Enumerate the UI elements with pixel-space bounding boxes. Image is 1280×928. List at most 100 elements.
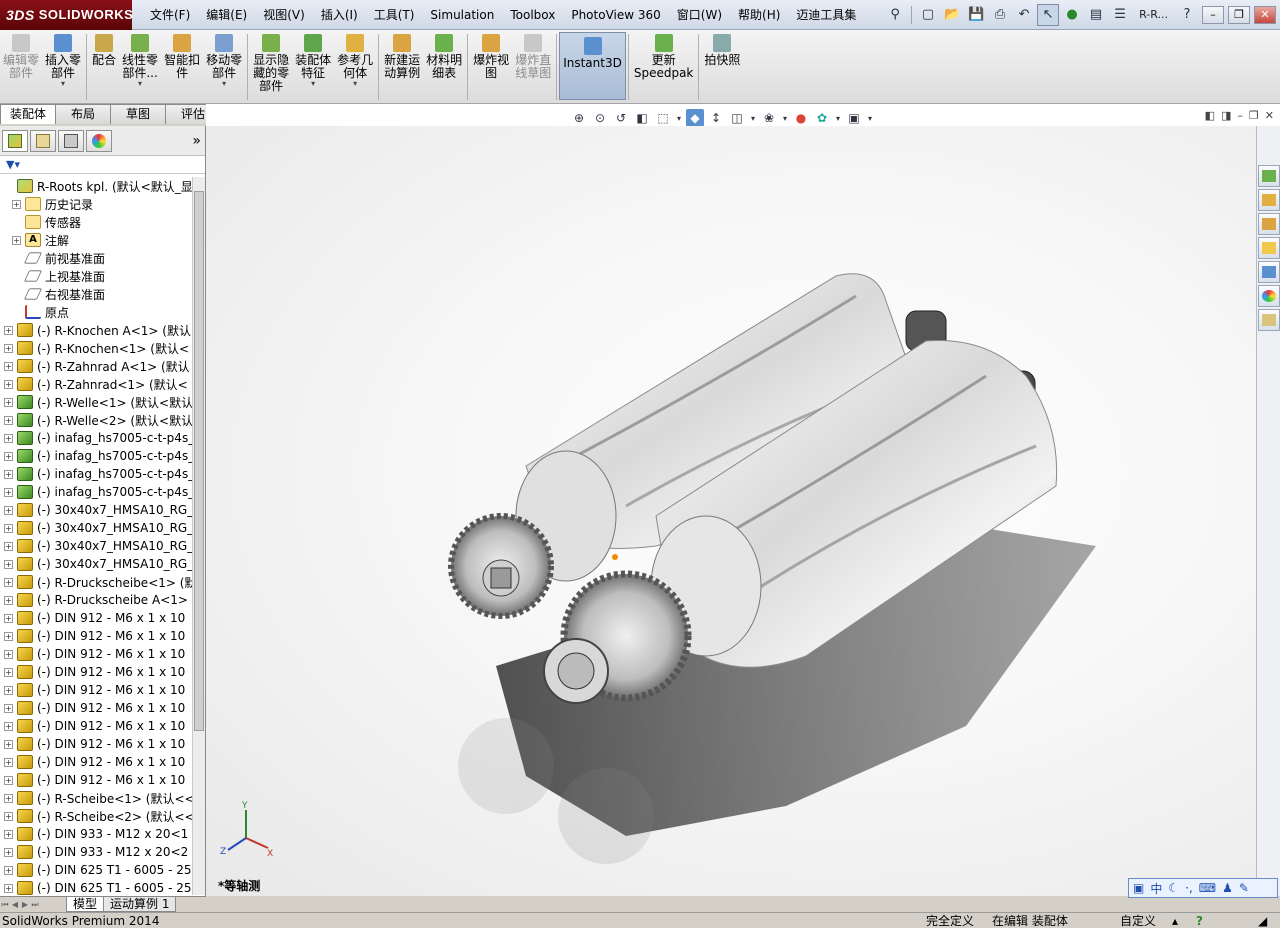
pin-icon[interactable]: ⚲ [884, 4, 906, 26]
appearances-tab[interactable] [1258, 285, 1280, 307]
expand-icon[interactable]: + [4, 631, 13, 641]
expand-icon[interactable]: + [4, 361, 13, 371]
expand-icon[interactable]: + [4, 397, 13, 407]
expand-icon[interactable]: + [4, 415, 13, 425]
tree-item[interactable]: + (-) 30x40x7_HMSA10_RG_I [0, 501, 192, 519]
first-tab-icon[interactable]: ⏮ [0, 899, 10, 911]
command-button[interactable]: 更新 Speedpak [631, 30, 697, 103]
chevron-down-icon[interactable]: ▾ [138, 80, 142, 88]
viewport-close-icon[interactable]: ✕ [1265, 109, 1274, 122]
view-settings-icon[interactable]: ▣ [845, 109, 863, 127]
menu-item[interactable]: 迈迪工具集 [788, 0, 864, 30]
tree-item[interactable]: + (-) inafag_hs7005-c-t-p4s_ [0, 483, 192, 501]
units-chevron-up-icon[interactable]: ▴ [1172, 913, 1178, 928]
section-view-icon[interactable]: ◧ [633, 109, 651, 127]
select-icon[interactable]: ↖ [1037, 3, 1060, 26]
chevron-down-icon[interactable]: ▾ [222, 80, 226, 88]
realview-icon[interactable]: ✿ [813, 109, 831, 127]
tree-item[interactable]: + (-) R-Welle<1> (默认<默认 [0, 393, 192, 411]
graphics-area[interactable]: Y X Z *等轴测 [206, 126, 1256, 896]
expand-icon[interactable]: + [4, 541, 13, 551]
tree-item[interactable]: 上视基准面 [0, 267, 192, 285]
ime-language[interactable]: 中 [1150, 880, 1162, 897]
menu-item[interactable]: 编辑(E) [198, 0, 255, 30]
expand-icon[interactable]: + [12, 199, 21, 209]
menu-item[interactable]: 帮助(H) [730, 0, 788, 30]
expand-icon[interactable]: + [4, 523, 13, 533]
help-icon[interactable]: ? [1176, 4, 1198, 26]
tab[interactable]: 草图 [110, 104, 166, 124]
ime-punctuation-icon[interactable]: ·, [1185, 881, 1193, 895]
command-button[interactable]: 配合 [89, 30, 119, 103]
tree-item[interactable]: + (-) R-Druckscheibe<1> (默 [0, 573, 192, 591]
tree-item[interactable]: + (-) DIN 912 - M6 x 1 x 10 [0, 735, 192, 753]
command-button[interactable]: Instant3D [559, 32, 626, 100]
tree-item[interactable]: + (-) R-Scheibe<1> (默认<< [0, 789, 192, 807]
expand-icon[interactable]: + [4, 325, 13, 335]
tab-motion-study[interactable]: 运动算例 1 [103, 897, 177, 912]
scene-icon[interactable]: ❀ [760, 109, 778, 127]
command-button[interactable]: 装配体 特征 ▾ [292, 30, 334, 103]
command-button[interactable]: 智能扣 件 [161, 30, 203, 103]
ime-keyboard-icon[interactable]: ⌨ [1199, 881, 1216, 895]
next-tab-icon[interactable]: ▶ [20, 899, 30, 911]
display-manager-tab[interactable] [86, 129, 112, 152]
chevron-down-icon[interactable]: ▾ [675, 109, 683, 127]
expand-icon[interactable]: + [4, 883, 13, 893]
tree-item[interactable]: + (-) inafag_hs7005-c-t-p4s_ [0, 429, 192, 447]
command-button[interactable]: 线性零 部件... ▾ [119, 30, 161, 103]
expand-icon[interactable]: + [4, 559, 13, 569]
assembly-model[interactable]: Y X Z *等轴测 [206, 126, 1256, 896]
configuration-manager-tab[interactable] [58, 129, 84, 152]
tree-item[interactable]: + (-) R-Zahnrad<1> (默认< [0, 375, 192, 393]
property-manager-tab[interactable] [30, 129, 56, 152]
expand-icon[interactable]: + [12, 235, 21, 245]
tree-item[interactable]: + (-) 30x40x7_HMSA10_RG_I [0, 555, 192, 573]
tree-item[interactable]: + (-) 30x40x7_HMSA10_RG_I [0, 537, 192, 555]
chevron-down-icon[interactable]: ▾ [781, 109, 789, 127]
units-selector[interactable]: 自定义 [1120, 913, 1156, 928]
new-document-icon[interactable]: ▢ [917, 4, 939, 26]
expand-icon[interactable]: + [4, 829, 13, 839]
expand-icon[interactable]: + [4, 343, 13, 353]
expand-icon[interactable]: + [4, 703, 13, 713]
tree-item[interactable]: + (-) DIN 625 T1 - 6005 - 25 [0, 879, 192, 895]
command-button[interactable]: 插入零 部件 ▾ [42, 30, 84, 103]
tree-item[interactable]: + (-) DIN 912 - M6 x 1 x 10 [0, 645, 192, 663]
viewport-minimize-icon[interactable]: – [1237, 109, 1243, 122]
tree-item[interactable]: + (-) DIN 912 - M6 x 1 x 10 [0, 627, 192, 645]
expand-icon[interactable]: + [4, 865, 13, 875]
chevron-down-icon[interactable]: ▾ [749, 109, 757, 127]
expand-icon[interactable]: + [4, 847, 13, 857]
expand-icon[interactable]: + [4, 433, 13, 443]
command-button[interactable]: 移动零 部件 ▾ [203, 30, 245, 103]
expand-icon[interactable]: + [4, 613, 13, 623]
ime-user-icon[interactable]: ♟ [1222, 881, 1233, 895]
expand-icon[interactable]: + [4, 721, 13, 731]
options-icon[interactable]: ☰ [1109, 4, 1131, 26]
solidworks-resources-tab[interactable] [1258, 165, 1280, 187]
chevron-down-icon[interactable]: ▾ [834, 109, 842, 127]
tree-item[interactable]: + (-) inafag_hs7005-c-t-p4s_ [0, 465, 192, 483]
tree-item[interactable]: + (-) DIN 912 - M6 x 1 x 10 [0, 717, 192, 735]
viewport-restore-icon[interactable]: ❐ [1249, 109, 1259, 122]
expand-icon[interactable]: + [4, 739, 13, 749]
menu-item[interactable]: 视图(V) [255, 0, 313, 30]
tree-item[interactable]: + (-) DIN 912 - M6 x 1 x 10 [0, 663, 192, 681]
minimize-icon[interactable]: – [1202, 5, 1224, 24]
tree-item[interactable]: + (-) DIN 933 - M12 x 20<2 [0, 843, 192, 861]
tree-item[interactable]: + (-) DIN 625 T1 - 6005 - 25 [0, 861, 192, 879]
close-icon[interactable]: ✕ [1254, 5, 1276, 24]
tile-left-icon[interactable]: ◧ [1205, 109, 1215, 122]
command-button[interactable]: 新建运 动算例 [381, 30, 423, 103]
restore-icon[interactable]: ❐ [1228, 5, 1250, 24]
tab[interactable]: 布局 [55, 104, 111, 124]
menu-item[interactable]: 窗口(W) [669, 0, 730, 30]
tree-item[interactable]: + (-) inafag_hs7005-c-t-p4s_ [0, 447, 192, 465]
open-icon[interactable]: 📂 [941, 4, 963, 26]
filter-icon[interactable]: ▼▾ [6, 158, 20, 171]
command-button[interactable]: 参考几 何体 ▾ [334, 30, 376, 103]
chevron-down-icon[interactable]: ▾ [353, 80, 357, 88]
tree-item[interactable]: + (-) DIN 933 - M12 x 20<1 [0, 825, 192, 843]
expand-icon[interactable]: + [4, 649, 13, 659]
